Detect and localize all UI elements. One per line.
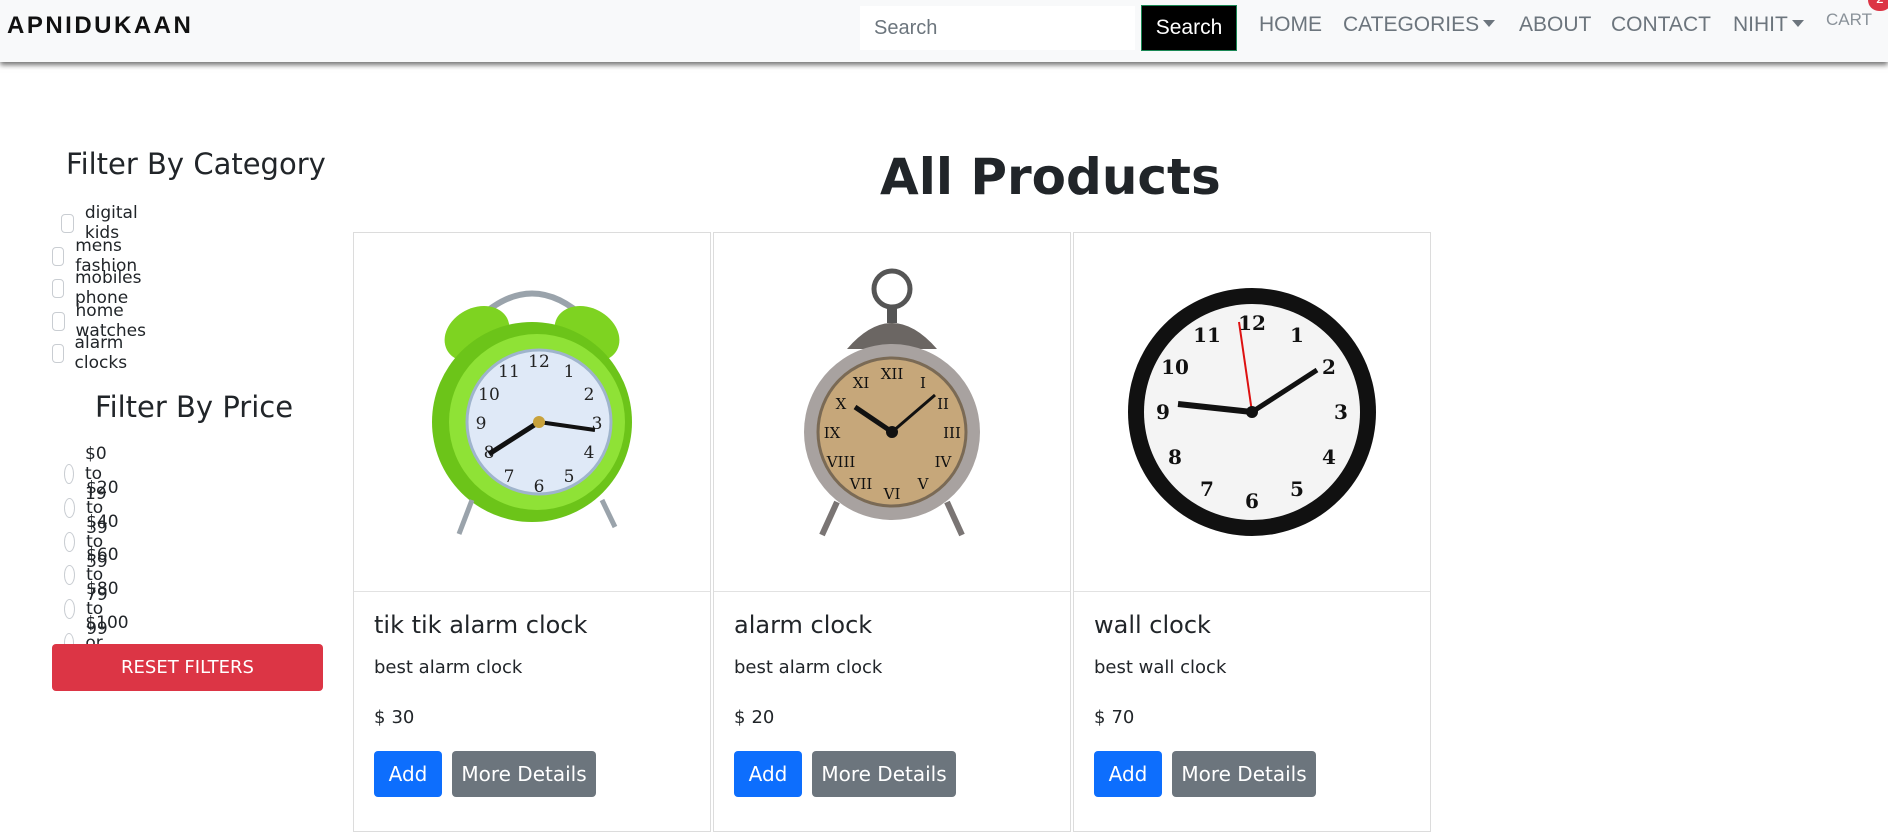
currency-symbol: $ bbox=[734, 707, 746, 728]
svg-text:VI: VI bbox=[883, 485, 901, 503]
product-price: $20 bbox=[734, 707, 774, 728]
svg-text:11: 11 bbox=[498, 362, 520, 382]
svg-text:6: 6 bbox=[534, 477, 545, 497]
cart-label: CART bbox=[1826, 10, 1872, 29]
svg-text:X: X bbox=[836, 395, 847, 413]
svg-text:III: III bbox=[943, 424, 961, 442]
product-image[interactable]: XII I II III IV V VI VII VIII IX X XI bbox=[714, 233, 1070, 592]
checkbox[interactable] bbox=[52, 246, 65, 266]
nav-about[interactable]: ABOUT bbox=[1519, 13, 1591, 37]
svg-text:5: 5 bbox=[564, 467, 575, 487]
product-image[interactable]: 12 12 3 45 6 78 9 1011 bbox=[1074, 233, 1430, 592]
price-value: 20 bbox=[751, 707, 775, 728]
reset-filters-button[interactable]: RESET FILTERS bbox=[52, 644, 323, 691]
svg-text:10: 10 bbox=[1161, 355, 1189, 379]
currency-symbol: $ bbox=[1094, 707, 1106, 728]
more-details-button[interactable]: More Details bbox=[1172, 751, 1316, 797]
product-card: XII I II III IV V VI VII VIII IX X XI alarm cloc… bbox=[713, 232, 1071, 832]
svg-text:7: 7 bbox=[504, 467, 515, 487]
product-name[interactable]: tik tik alarm clock bbox=[374, 611, 587, 639]
search-button[interactable]: Search bbox=[1141, 5, 1237, 51]
currency-symbol: $ bbox=[374, 707, 386, 728]
wall-clock-icon: 12 12 3 45 6 78 9 1011 bbox=[1128, 288, 1376, 536]
nav-contact[interactable]: CONTACT bbox=[1611, 13, 1711, 37]
nav-cart[interactable]: CART bbox=[1826, 10, 1872, 30]
more-details-button[interactable]: More Details bbox=[812, 751, 956, 797]
svg-text:I: I bbox=[920, 374, 926, 392]
nav-user-label: NIHIT bbox=[1733, 13, 1788, 36]
product-description: best alarm clock bbox=[374, 657, 523, 678]
nav-home[interactable]: HOME bbox=[1259, 13, 1322, 37]
nav-categories-label: CATEGORIES bbox=[1343, 13, 1480, 36]
svg-text:XI: XI bbox=[853, 374, 870, 392]
vintage-alarm-clock-icon: XII III IIIIVV VIVIIVIII IXXXI bbox=[804, 268, 980, 537]
product-description: best wall clock bbox=[1094, 657, 1227, 678]
price-value: 30 bbox=[391, 707, 415, 728]
checkbox[interactable] bbox=[52, 278, 64, 298]
product-price: $70 bbox=[1094, 707, 1134, 728]
product-name[interactable]: alarm clock bbox=[734, 611, 872, 639]
product-name[interactable]: wall clock bbox=[1094, 611, 1211, 639]
category-filter-title: Filter By Category bbox=[66, 147, 326, 181]
page-title: All Products bbox=[880, 148, 1221, 206]
caret-down-icon bbox=[1791, 19, 1804, 27]
svg-text:11: 11 bbox=[1193, 323, 1221, 347]
add-to-cart-button[interactable]: Add bbox=[1094, 751, 1162, 797]
svg-text:IV: IV bbox=[935, 453, 953, 471]
caret-down-icon bbox=[1483, 19, 1496, 27]
svg-text:IX: IX bbox=[824, 424, 841, 442]
svg-text:10: 10 bbox=[478, 385, 500, 405]
product-description: best alarm clock bbox=[734, 657, 883, 678]
category-option-label: alarm clocks bbox=[74, 333, 128, 373]
svg-text:12: 12 bbox=[1238, 311, 1266, 335]
svg-text:1: 1 bbox=[564, 362, 575, 382]
svg-text:4: 4 bbox=[1322, 445, 1336, 469]
green-alarm-clock-icon: 1212 345 678 91011 bbox=[432, 290, 632, 535]
price-value: 70 bbox=[1111, 707, 1135, 728]
svg-text:8: 8 bbox=[1168, 445, 1182, 469]
svg-text:V: V bbox=[917, 475, 930, 493]
svg-text:XII: XII bbox=[881, 365, 904, 383]
svg-text:II: II bbox=[937, 395, 949, 413]
more-details-button[interactable]: More Details bbox=[452, 751, 596, 797]
svg-text:3: 3 bbox=[1334, 400, 1348, 424]
checkbox[interactable] bbox=[52, 343, 64, 363]
svg-text:4: 4 bbox=[584, 443, 595, 463]
svg-text:7: 7 bbox=[1200, 477, 1214, 501]
nav-categories-dropdown[interactable]: CATEGORIES bbox=[1343, 13, 1496, 37]
navbar: APNIDUKAAN Search HOME CATEGORIES ABOUT … bbox=[0, 0, 1888, 62]
brand-logo[interactable]: APNIDUKAAN bbox=[7, 12, 193, 40]
svg-text:6: 6 bbox=[1245, 489, 1259, 513]
svg-text:2: 2 bbox=[584, 385, 595, 405]
checkbox[interactable] bbox=[61, 213, 74, 233]
svg-text:9: 9 bbox=[476, 414, 487, 434]
price-filter-title: Filter By Price bbox=[95, 390, 294, 424]
add-to-cart-button[interactable]: Add bbox=[374, 751, 442, 797]
search-input[interactable] bbox=[859, 5, 1136, 51]
svg-text:VII: VII bbox=[849, 475, 873, 493]
product-price: $30 bbox=[374, 707, 414, 728]
svg-text:9: 9 bbox=[1156, 400, 1170, 424]
product-card: 12 1 2 3 45 6 78 9 10 11 wall clock best wall … bbox=[1073, 232, 1431, 832]
category-option[interactable]: alarm clocks bbox=[52, 333, 135, 373]
svg-text:2: 2 bbox=[1322, 355, 1336, 379]
svg-text:VIII: VIII bbox=[826, 453, 856, 471]
nav-user-dropdown[interactable]: NIHIT bbox=[1733, 13, 1804, 37]
checkbox[interactable] bbox=[52, 311, 65, 331]
product-card: 1212 345 678 91011 tik tik alarm clock b… bbox=[353, 232, 711, 832]
add-to-cart-button[interactable]: Add bbox=[734, 751, 802, 797]
svg-text:1: 1 bbox=[1290, 323, 1304, 347]
svg-text:12: 12 bbox=[528, 352, 550, 372]
product-image[interactable]: 1212 345 678 91011 bbox=[354, 233, 710, 592]
svg-text:5: 5 bbox=[1290, 477, 1304, 501]
